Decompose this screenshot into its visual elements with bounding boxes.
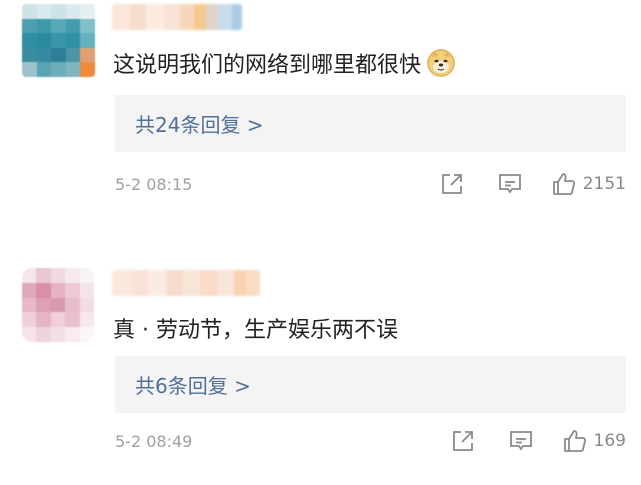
share-icon[interactable] <box>450 428 476 454</box>
avatar[interactable] <box>22 4 95 77</box>
view-replies-link[interactable]: 共6条回复 > <box>115 356 626 413</box>
comment-meta: 5-2 08:15 2151 <box>115 171 626 197</box>
avatar[interactable] <box>22 268 94 342</box>
replies-label: 共6条回复 > <box>135 374 251 398</box>
comment-text: 真 · 劳动节，生产娱乐两不误 <box>113 312 398 344</box>
like-icon[interactable] <box>562 428 588 454</box>
comment-icon[interactable] <box>497 171 523 197</box>
replies-label: 共24条回复 > <box>135 113 264 137</box>
comment-text-content: 这说明我们的网络到哪里都很快 <box>113 53 422 78</box>
timestamp: 5-2 08:49 <box>115 431 193 451</box>
doge-emoji-icon <box>427 49 456 77</box>
comment-item: 这说明我们的网络到哪里都很快 共24条回复 > 5-2 08:15 2151 <box>0 0 641 240</box>
comment-actions: 169 <box>450 428 626 454</box>
view-replies-link[interactable]: 共24条回复 > <box>115 95 626 152</box>
comment-actions: 2151 <box>439 171 626 197</box>
comment-text-content: 真 · 劳动节，生产娱乐两不误 <box>113 318 398 343</box>
username[interactable] <box>112 270 260 296</box>
like-count: 2151 <box>582 174 626 194</box>
comment-item: 真 · 劳动节，生产娱乐两不误 共6条回复 > 5-2 08:49 169 <box>0 262 641 485</box>
like-count: 169 <box>593 431 626 451</box>
timestamp: 5-2 08:15 <box>115 174 193 194</box>
comment-icon[interactable] <box>508 428 534 454</box>
comment-meta: 5-2 08:49 169 <box>115 428 626 454</box>
share-icon[interactable] <box>439 171 465 197</box>
comment-text: 这说明我们的网络到哪里都很快 <box>113 47 456 79</box>
username[interactable] <box>112 4 242 30</box>
like-icon[interactable] <box>551 171 577 197</box>
